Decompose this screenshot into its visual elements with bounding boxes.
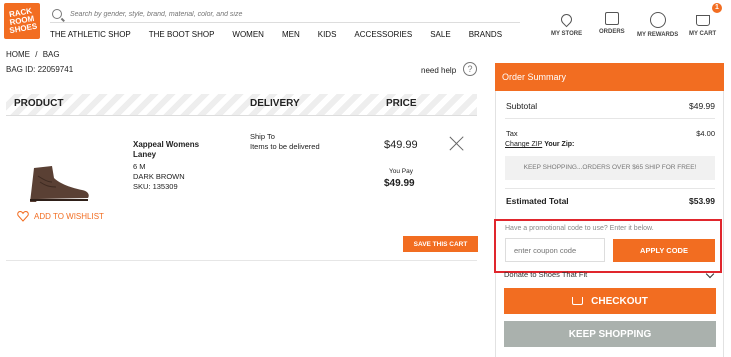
my-store-label: MY STORE: [551, 31, 583, 37]
tax-label: Tax: [506, 129, 518, 138]
product-size: 6 M: [133, 162, 146, 171]
wishlist-label: ADD TO WISHLIST: [34, 211, 104, 221]
promo-prompt: Have a promotional code to use? Enter it…: [505, 225, 654, 232]
orders-link[interactable]: ORDERS: [599, 12, 625, 35]
location-pin-icon: [558, 11, 575, 28]
donate-dropdown[interactable]: Donate to Shoes That Fit: [504, 270, 716, 279]
subtotal-value: $49.99: [689, 101, 715, 111]
you-pay-amount: $49.99: [384, 178, 415, 189]
estimated-total-value: $53.99: [689, 196, 715, 206]
tax-value: $4.00: [696, 129, 715, 138]
header-delivery: DELIVERY: [250, 98, 300, 109]
logo-text: RACK ROOM SHOES: [8, 6, 38, 36]
nav-kids[interactable]: KIDS: [318, 30, 337, 39]
bag-id: BAG ID: 22059741: [6, 65, 74, 74]
user-icon: [649, 12, 666, 28]
cart-icon: [572, 297, 584, 305]
add-to-wishlist-link[interactable]: ADD TO WISHLIST: [17, 210, 104, 222]
product-sku: SKU: 135309: [133, 182, 178, 191]
row-divider: [6, 260, 477, 261]
nav-boot-shop[interactable]: THE BOOT SHOP: [149, 30, 215, 39]
nav-accessories[interactable]: ACCESSORIES: [354, 30, 412, 39]
cart-table-header: PRODUCT DELIVERY PRICE: [6, 94, 477, 116]
breadcrumb-separator: /: [35, 50, 38, 59]
order-summary-title: Order Summary: [495, 63, 724, 91]
checkout-label: CHECKOUT: [591, 295, 648, 307]
zip-row: Change ZIP Your Zip:: [505, 141, 574, 148]
product-color: DARK BROWN: [133, 172, 185, 181]
estimated-total-label: Estimated Total: [506, 196, 569, 206]
main-nav: THE ATHLETIC SHOP THE BOOT SHOP WOMEN ME…: [50, 30, 520, 39]
nav-sale[interactable]: SALE: [430, 30, 450, 39]
keep-shopping-button[interactable]: KEEP SHOPPING: [504, 321, 716, 347]
header-product: PRODUCT: [14, 98, 64, 109]
change-zip-link[interactable]: Change ZIP: [505, 141, 542, 148]
nav-brands[interactable]: BRANDS: [469, 30, 502, 39]
my-cart-link[interactable]: MY CART: [689, 12, 716, 37]
cart-count-badge: 1: [712, 3, 722, 13]
coupon-code-input[interactable]: [505, 238, 605, 262]
search-icon[interactable]: [52, 9, 62, 19]
cart-icon: [695, 15, 710, 26]
nav-athletic-shop[interactable]: THE ATHLETIC SHOP: [50, 30, 131, 39]
delivery-ship-to: Ship To: [250, 132, 275, 141]
header-price: PRICE: [386, 98, 417, 109]
apply-code-button[interactable]: APPLY CODE: [613, 239, 715, 262]
donate-label: Donate to Shoes That Fit: [504, 270, 588, 279]
rack-room-logo[interactable]: RACK ROOM SHOES: [4, 3, 40, 39]
subtotal-label: Subtotal: [506, 101, 538, 111]
summary-divider: [505, 188, 715, 189]
item-price: $49.99: [384, 139, 418, 151]
product-image-boot[interactable]: [26, 164, 96, 204]
free-shipping-banner: KEEP SHOPPING...ORDERS OVER $65 SHIP FOR…: [505, 156, 715, 180]
save-cart-button[interactable]: SAVE THIS CART: [403, 236, 478, 252]
breadcrumb-home[interactable]: HOME: [6, 50, 30, 59]
need-help-link[interactable]: need help: [421, 66, 456, 75]
my-store-link[interactable]: MY STORE: [551, 11, 583, 37]
your-zip-label: Your Zip:: [544, 141, 575, 148]
search-input[interactable]: [70, 10, 510, 18]
you-pay-label: You Pay: [389, 168, 413, 175]
product-details: 6 M DARK BROWN SKU: 135309: [133, 162, 185, 192]
delivery-detail: Items to be delivered: [250, 142, 320, 151]
checkout-button[interactable]: CHECKOUT: [504, 288, 716, 314]
orders-label: ORDERS: [599, 29, 625, 35]
product-name[interactable]: Xappeal Womens Laney: [133, 140, 213, 160]
question-icon[interactable]: ?: [463, 62, 477, 76]
breadcrumb: HOME / BAG: [6, 50, 63, 59]
my-rewards-link[interactable]: MY REWARDS: [637, 12, 678, 38]
nav-men[interactable]: MEN: [282, 30, 300, 39]
nav-women[interactable]: WOMEN: [232, 30, 264, 39]
my-cart-label: MY CART: [689, 31, 717, 37]
heart-icon: [17, 210, 29, 222]
box-icon: [604, 12, 619, 25]
breadcrumb-bag: BAG: [42, 50, 60, 59]
my-rewards-label: MY REWARDS: [637, 32, 679, 38]
remove-item-close-icon[interactable]: [449, 135, 465, 151]
search-bar[interactable]: [50, 6, 520, 23]
summary-divider: [505, 118, 715, 119]
delivery-info: Ship To Items to be delivered: [250, 132, 320, 152]
